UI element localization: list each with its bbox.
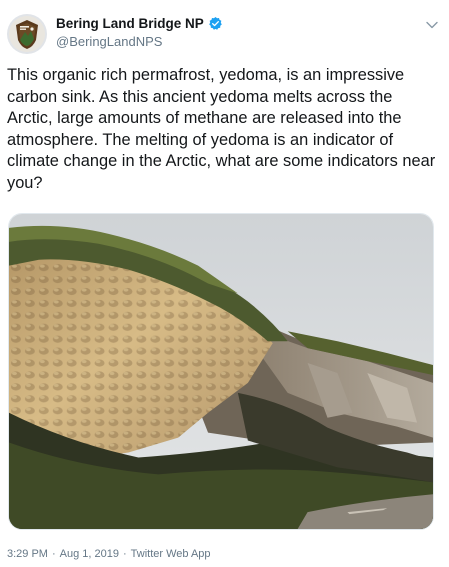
chevron-down-icon[interactable] <box>423 16 441 34</box>
tweet-source[interactable]: Twitter Web App <box>131 548 211 560</box>
tweet-photo[interactable] <box>8 213 434 530</box>
photo-eroding-yedoma-bluff <box>9 214 433 529</box>
tweet-text: This organic rich permafrost, yedoma, is… <box>7 66 440 192</box>
account-names: Bering Land Bridge NP @BeringLandNPS <box>56 16 223 49</box>
tweet-card: Bering Land Bridge NP @BeringLandNPS Thi… <box>0 0 449 567</box>
display-name[interactable]: Bering Land Bridge NP <box>56 16 204 31</box>
nps-arrowhead-icon <box>9 16 45 52</box>
handle[interactable]: @BeringLandNPS <box>56 34 223 49</box>
meta-separator: · <box>122 548 127 560</box>
avatar[interactable] <box>7 14 47 54</box>
meta-separator: · <box>51 548 56 560</box>
tweet-meta: 3:29 PM · Aug 1, 2019 · Twitter Web App <box>7 548 211 560</box>
tweet-time[interactable]: 3:29 PM <box>7 548 48 560</box>
tweet-date[interactable]: Aug 1, 2019 <box>60 548 119 560</box>
verified-badge-icon <box>208 16 222 30</box>
name-row: Bering Land Bridge NP <box>56 16 223 31</box>
